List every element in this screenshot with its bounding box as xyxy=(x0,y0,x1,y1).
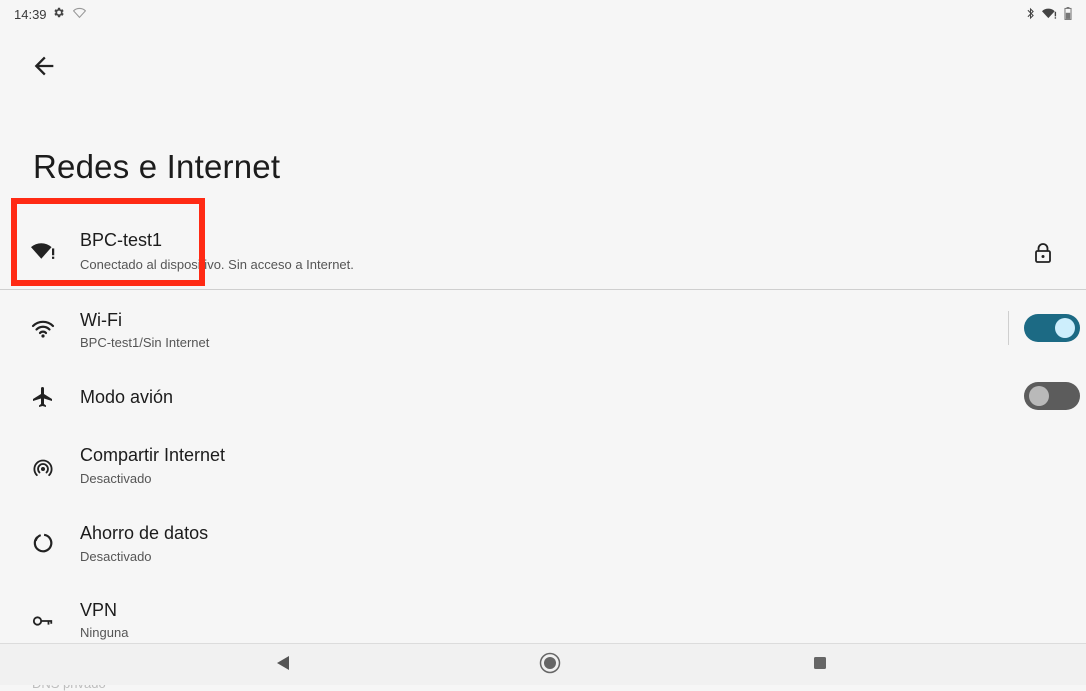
wifi-outline-icon xyxy=(72,7,87,22)
bluetooth-icon xyxy=(1026,7,1035,23)
datasaver-title: Ahorro de datos xyxy=(80,523,209,543)
wifi-subtitle: BPC-test1/Sin Internet xyxy=(80,335,210,350)
wifi-toggle[interactable] xyxy=(1024,314,1080,342)
navigation-bar xyxy=(0,643,1086,685)
nav-home-button[interactable] xyxy=(539,652,561,679)
nav-recents-button[interactable] xyxy=(809,654,831,676)
status-bar: 14:39 xyxy=(0,0,1086,30)
divider xyxy=(0,289,1086,290)
gear-icon xyxy=(52,6,65,22)
wifi-icon xyxy=(30,316,56,342)
datasaver-subtitle: Desactivado xyxy=(80,549,152,564)
wifi-alert-icon xyxy=(30,238,56,264)
vpn-row[interactable]: VPN Ninguna xyxy=(0,592,1086,642)
wifi-row[interactable]: Wi-Fi BPC-test1/Sin Internet xyxy=(0,300,1086,356)
page-title: Redes e Internet xyxy=(33,148,281,185)
hotspot-subtitle: Desactivado xyxy=(80,471,152,486)
status-time: 14:39 xyxy=(14,7,47,22)
square-recents-icon xyxy=(813,656,827,675)
triangle-back-icon xyxy=(276,655,290,676)
nav-back-button[interactable] xyxy=(272,654,294,676)
wifi-alert-icon xyxy=(1042,7,1057,23)
connected-network-status: Conectado al dispositivo. Sin acceso a I… xyxy=(80,257,354,272)
airplane-row[interactable]: Modo avión xyxy=(0,368,1086,424)
wifi-title: Wi-Fi xyxy=(80,310,122,330)
lock-icon xyxy=(1034,242,1052,269)
connected-network-row[interactable]: BPC-test1 Conectado al dispositivo. Sin … xyxy=(0,222,1086,282)
vpn-subtitle: Ninguna xyxy=(80,625,129,640)
vpn-title: VPN xyxy=(80,600,118,620)
circle-home-icon xyxy=(539,652,561,679)
airplane-toggle[interactable] xyxy=(1024,382,1080,410)
hotspot-title: Compartir Internet xyxy=(80,445,226,465)
hotspot-icon xyxy=(30,456,56,482)
back-button[interactable] xyxy=(30,52,58,80)
data-saver-icon xyxy=(30,530,56,556)
vpn-key-icon xyxy=(30,608,56,634)
hotspot-row[interactable]: Compartir Internet Desactivado xyxy=(0,436,1086,500)
datasaver-row[interactable]: Ahorro de datos Desactivado xyxy=(0,514,1086,578)
battery-icon xyxy=(1064,7,1072,23)
connected-network-name: BPC-test1 xyxy=(80,230,163,250)
arrow-back-icon xyxy=(30,56,58,84)
airplane-title: Modo avión xyxy=(80,387,174,407)
wifi-toggle-divider xyxy=(1008,311,1009,345)
airplane-icon xyxy=(30,384,56,410)
